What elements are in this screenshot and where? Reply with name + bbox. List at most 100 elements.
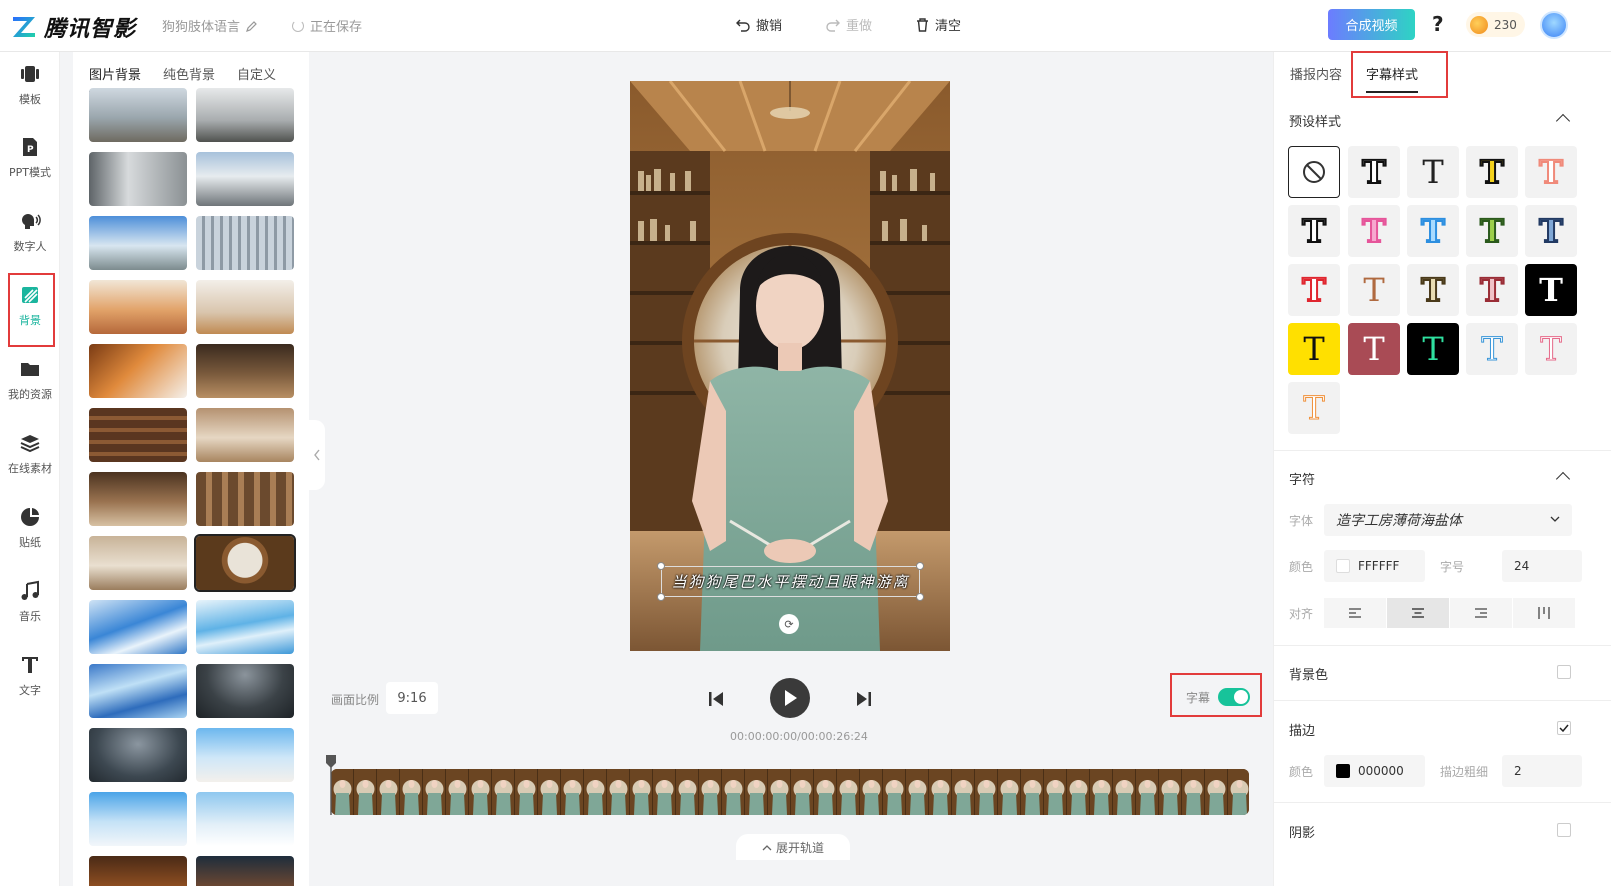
resize-handle[interactable] (916, 593, 924, 601)
font-select[interactable]: 造字工房薄荷海盐体 (1324, 504, 1572, 536)
align-center-button[interactable] (1387, 598, 1449, 628)
stroke-color-input[interactable]: 000000 (1324, 755, 1425, 787)
compose-video-button[interactable]: 合成视频 (1328, 9, 1415, 40)
preset-style[interactable]: T (1288, 382, 1340, 434)
resize-handle[interactable] (916, 562, 924, 570)
background-thumbnail[interactable] (196, 664, 294, 718)
stroke-width-input[interactable]: 2 (1502, 755, 1582, 787)
preset-style[interactable]: T (1525, 205, 1577, 257)
preset-style[interactable]: T (1525, 146, 1577, 198)
font-size-input[interactable]: 24 (1502, 550, 1582, 582)
background-thumbnail[interactable] (89, 856, 187, 886)
font-color-swatch[interactable] (1336, 559, 1350, 573)
background-thumbnail[interactable] (196, 152, 294, 206)
sidebar-item-stickers[interactable]: 贴纸 (0, 495, 60, 561)
preset-style[interactable]: T (1288, 205, 1340, 257)
background-thumbnail[interactable] (89, 664, 187, 718)
preset-style[interactable]: T (1407, 264, 1459, 316)
skip-back-icon[interactable] (707, 690, 725, 708)
background-thumbnail-selected[interactable] (194, 534, 296, 592)
tab-subtitle-style[interactable]: 字幕样式 (1366, 64, 1419, 93)
sidebar-item-digital-human[interactable]: 数字人 (0, 199, 60, 265)
expand-track-button[interactable]: 展开轨道 (736, 834, 850, 860)
brand-logo[interactable]: 腾讯智影 (10, 11, 136, 43)
background-thumbnail[interactable] (89, 536, 187, 590)
background-thumbnail[interactable] (196, 472, 294, 526)
sidebar-item-ppt[interactable]: P PPT模式 (0, 125, 60, 191)
timeline-track[interactable] (331, 769, 1249, 815)
background-thumbnail[interactable] (89, 792, 187, 846)
playhead-marker[interactable] (326, 755, 336, 815)
shadow-checkbox[interactable] (1557, 823, 1571, 837)
background-thumbnail[interactable] (89, 152, 187, 206)
resize-handle[interactable] (657, 593, 665, 601)
preset-style[interactable]: T (1407, 146, 1459, 198)
background-thumbnail[interactable] (89, 728, 187, 782)
subtitle-toggle[interactable] (1218, 688, 1251, 706)
background-thumbnail[interactable] (89, 216, 187, 270)
character-section-title: 字符 (1289, 473, 1316, 488)
preset-style[interactable]: T (1466, 323, 1518, 375)
rotate-icon[interactable]: ⟳ (779, 614, 799, 634)
user-avatar[interactable] (1540, 11, 1568, 39)
background-thumbnail[interactable] (89, 472, 187, 526)
background-thumbnail[interactable] (196, 600, 294, 654)
undo-icon (736, 19, 750, 32)
background-thumbnail[interactable] (89, 408, 187, 462)
preset-style[interactable]: T (1466, 146, 1518, 198)
skip-forward-icon[interactable] (855, 690, 873, 708)
background-thumbnail[interactable] (89, 280, 187, 334)
background-color-checkbox[interactable] (1557, 665, 1571, 679)
background-thumbnail[interactable] (196, 280, 294, 334)
background-thumbnail[interactable] (196, 792, 294, 846)
background-thumbnail[interactable] (196, 88, 294, 142)
sidebar-item-online-assets[interactable]: 在线素材 (0, 421, 60, 487)
resize-handle[interactable] (657, 562, 665, 570)
preset-style[interactable]: T (1407, 205, 1459, 257)
preset-style[interactable]: T (1348, 264, 1400, 316)
sidebar-item-background[interactable]: 背景 (0, 273, 60, 339)
sidebar-item-template[interactable]: 模板 (0, 52, 60, 118)
preset-style[interactable]: T (1348, 146, 1400, 198)
redo-button[interactable]: 重做 (826, 15, 872, 34)
stroke-color-swatch[interactable] (1336, 764, 1350, 778)
preset-style[interactable]: T (1288, 323, 1340, 375)
project-name[interactable]: 狗狗肢体语言 (162, 16, 258, 35)
background-thumbnail[interactable] (196, 216, 294, 270)
background-thumbnail[interactable] (89, 600, 187, 654)
preset-style[interactable]: T (1525, 323, 1577, 375)
play-button[interactable] (770, 678, 810, 718)
sidebar-item-text[interactable]: 文字 (0, 643, 60, 709)
chevron-left-icon (314, 449, 320, 461)
background-thumbnail[interactable] (196, 344, 294, 398)
preset-style[interactable]: T (1348, 323, 1400, 375)
background-thumbnail[interactable] (89, 344, 187, 398)
preset-style[interactable]: T (1348, 205, 1400, 257)
sidebar-item-music[interactable]: 音乐 (0, 569, 60, 635)
preset-none[interactable] (1288, 146, 1340, 198)
tab-broadcast-content[interactable]: 播报内容 (1290, 64, 1342, 93)
preset-style[interactable]: T (1407, 323, 1459, 375)
background-thumbnail[interactable] (196, 728, 294, 782)
coin-balance[interactable]: 230 (1466, 12, 1525, 37)
align-vertical-button[interactable] (1513, 598, 1575, 628)
preset-style[interactable]: T (1525, 264, 1577, 316)
background-thumbnail[interactable] (89, 88, 187, 142)
clear-button[interactable]: 清空 (916, 15, 961, 34)
edit-icon[interactable] (246, 20, 258, 32)
font-color-input[interactable]: FFFFFF (1324, 550, 1425, 582)
align-left-button[interactable] (1324, 598, 1386, 628)
background-thumbnail[interactable] (196, 856, 294, 886)
undo-button[interactable]: 撤销 (736, 15, 782, 34)
sidebar-item-my-resources[interactable]: 我的资源 (0, 347, 60, 413)
preset-style[interactable]: T (1288, 264, 1340, 316)
background-thumbnail[interactable] (196, 408, 294, 462)
collapse-panel-button[interactable] (309, 420, 325, 490)
stroke-checkbox[interactable] (1557, 721, 1571, 735)
subtitle-text[interactable]: 当狗狗尾巴水平摆动且眼神游离 (661, 566, 920, 597)
align-right-button[interactable] (1450, 598, 1512, 628)
aspect-ratio-select[interactable]: 9:16 (386, 682, 438, 714)
preset-style[interactable]: T (1466, 205, 1518, 257)
preset-style[interactable]: T (1466, 264, 1518, 316)
help-icon[interactable]: ? (1432, 12, 1444, 36)
